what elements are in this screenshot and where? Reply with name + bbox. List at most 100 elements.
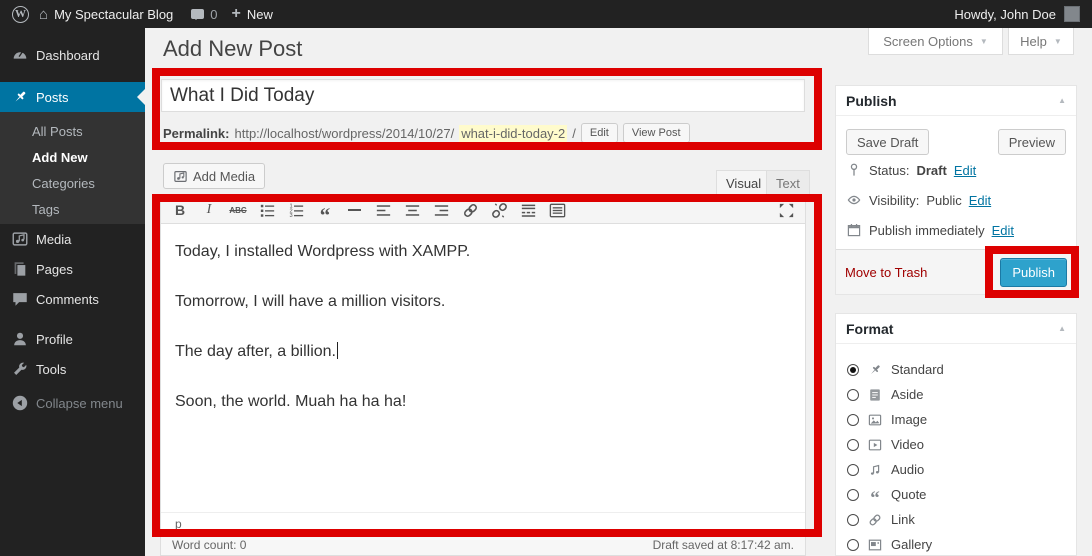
italic-icon[interactable]: I: [199, 200, 219, 220]
post-title-input[interactable]: [161, 79, 805, 112]
edit-status-link[interactable]: Edit: [954, 163, 976, 178]
radio-gallery[interactable]: [847, 539, 859, 551]
new-content-menu[interactable]: + New: [232, 6, 273, 22]
permalink-base: http://localhost/wordpress/2014/10/27/: [234, 126, 454, 141]
format-option-video[interactable]: Video: [836, 432, 1076, 457]
sidebar-item-pages[interactable]: Pages: [0, 254, 145, 284]
format-option-image[interactable]: Image: [836, 407, 1076, 432]
home-icon: ⌂: [39, 7, 48, 22]
submenu-item-add-new[interactable]: Add New: [0, 145, 145, 171]
save-draft-button[interactable]: Save Draft: [846, 129, 929, 155]
radio-quote[interactable]: [847, 489, 859, 501]
bullet-list-icon[interactable]: [257, 200, 277, 220]
radio-audio[interactable]: [847, 464, 859, 476]
collapse-panel-icon[interactable]: ▲: [1058, 96, 1066, 105]
format-option-quote[interactable]: “ Quote: [836, 482, 1076, 507]
posts-submenu: All Posts Add New Categories Tags: [0, 112, 145, 224]
move-to-trash-link[interactable]: Move to Trash: [845, 265, 927, 280]
publish-panel-header[interactable]: Publish ▲: [836, 86, 1076, 116]
sidebar-item-media[interactable]: Media: [0, 224, 145, 254]
site-name-link[interactable]: ⌂ My Spectacular Blog: [39, 7, 173, 22]
view-post-button[interactable]: View Post: [623, 123, 690, 143]
radio-image[interactable]: [847, 414, 859, 426]
current-menu-arrow: [137, 89, 145, 105]
numbered-list-icon[interactable]: [286, 200, 306, 220]
sidebar-item-profile[interactable]: Profile: [0, 324, 145, 354]
more-tag-icon[interactable]: [518, 200, 538, 220]
tab-visual[interactable]: Visual: [716, 170, 771, 196]
align-center-icon[interactable]: [402, 200, 422, 220]
tools-icon: [11, 360, 29, 378]
submenu-item-all-posts[interactable]: All Posts: [0, 119, 145, 145]
radio-link[interactable]: [847, 514, 859, 526]
post-editor: B I ABC “ Today, I installed Wordpress w…: [160, 196, 806, 556]
format-panel: Format ▲ Standard Aside Image V: [835, 313, 1077, 556]
editor-paragraph: Tomorrow, I will have a million visitors…: [175, 290, 791, 314]
align-left-icon[interactable]: [373, 200, 393, 220]
remove-link-icon[interactable]: [489, 200, 509, 220]
pushpin-icon: [867, 362, 883, 378]
format-option-label: Quote: [891, 487, 926, 502]
dashboard-icon: [11, 46, 29, 64]
format-panel-header[interactable]: Format ▲: [836, 314, 1076, 344]
wordpress-logo-menu[interactable]: W: [12, 6, 29, 23]
gallery-icon: [867, 537, 883, 553]
radio-standard[interactable]: [847, 364, 859, 376]
format-option-link[interactable]: Link: [836, 507, 1076, 532]
submenu-item-tags[interactable]: Tags: [0, 197, 145, 223]
sidebar-item-collapse-menu[interactable]: Collapse menu: [0, 388, 145, 418]
edit-schedule-link[interactable]: Edit: [992, 223, 1014, 238]
avatar[interactable]: [1064, 6, 1080, 22]
status-label: Status:: [869, 163, 909, 178]
collapse-panel-icon[interactable]: ▲: [1058, 324, 1066, 333]
schedule-label: Publish immediately: [869, 223, 985, 238]
collapse-arrow-icon: [11, 394, 29, 412]
strikethrough-icon[interactable]: ABC: [228, 200, 248, 220]
tab-text[interactable]: Text: [766, 170, 810, 196]
comment-bubble-icon: [191, 9, 204, 19]
sidebar-item-comments[interactable]: Comments: [0, 284, 145, 314]
site-name-label: My Spectacular Blog: [54, 7, 173, 22]
radio-video[interactable]: [847, 439, 859, 451]
format-option-label: Image: [891, 412, 927, 427]
format-option-aside[interactable]: Aside: [836, 382, 1076, 407]
fullscreen-icon[interactable]: [776, 200, 796, 220]
editor-paragraph: Soon, the world. Muah ha ha ha!: [175, 390, 791, 414]
sidebar-item-dashboard[interactable]: Dashboard: [0, 40, 145, 70]
status-pin-icon: [846, 162, 862, 178]
align-right-icon[interactable]: [431, 200, 451, 220]
screen-options-button[interactable]: Screen Options ▼: [868, 28, 1003, 55]
screen-options-label: Screen Options: [883, 34, 973, 49]
sidebar-item-tools[interactable]: Tools: [0, 354, 145, 384]
help-button[interactable]: Help ▼: [1008, 28, 1074, 55]
submenu-item-categories[interactable]: Categories: [0, 171, 145, 197]
add-media-button[interactable]: Add Media: [163, 163, 265, 189]
radio-aside[interactable]: [847, 389, 859, 401]
edit-permalink-button[interactable]: Edit: [581, 123, 618, 143]
preview-button[interactable]: Preview: [998, 129, 1066, 155]
editor-paragraph: The day after, a billion.: [175, 340, 791, 364]
toolbar-toggle-icon[interactable]: [547, 200, 567, 220]
comments-admin-bar-link[interactable]: 0: [191, 7, 217, 22]
edit-visibility-link[interactable]: Edit: [969, 193, 991, 208]
permalink-slug[interactable]: what-i-did-today-2: [459, 125, 567, 142]
post-status-row: Status: Draft Edit: [836, 155, 1076, 185]
admin-bar: W ⌂ My Spectacular Blog 0 + New Howdy, J…: [0, 0, 1092, 28]
editor-content-area[interactable]: Today, I installed Wordpress with XAMPP.…: [161, 224, 805, 512]
blockquote-icon[interactable]: “: [315, 200, 335, 220]
media-icon: [11, 230, 29, 248]
sidebar-item-label: Dashboard: [36, 48, 100, 63]
format-option-audio[interactable]: Audio: [836, 457, 1076, 482]
bold-icon[interactable]: B: [170, 200, 190, 220]
element-path-tag[interactable]: p: [175, 517, 182, 531]
format-option-standard[interactable]: Standard: [836, 357, 1076, 382]
link-icon: [867, 512, 883, 528]
horizontal-rule-icon[interactable]: [344, 200, 364, 220]
pushpin-icon: [11, 88, 29, 106]
howdy-account-link[interactable]: Howdy, John Doe: [954, 7, 1056, 22]
insert-link-icon[interactable]: [460, 200, 480, 220]
sidebar-item-label: Media: [36, 232, 71, 247]
publish-button[interactable]: Publish: [1000, 258, 1067, 287]
sidebar-item-posts[interactable]: Posts: [0, 82, 145, 112]
format-option-gallery[interactable]: Gallery: [836, 532, 1076, 556]
